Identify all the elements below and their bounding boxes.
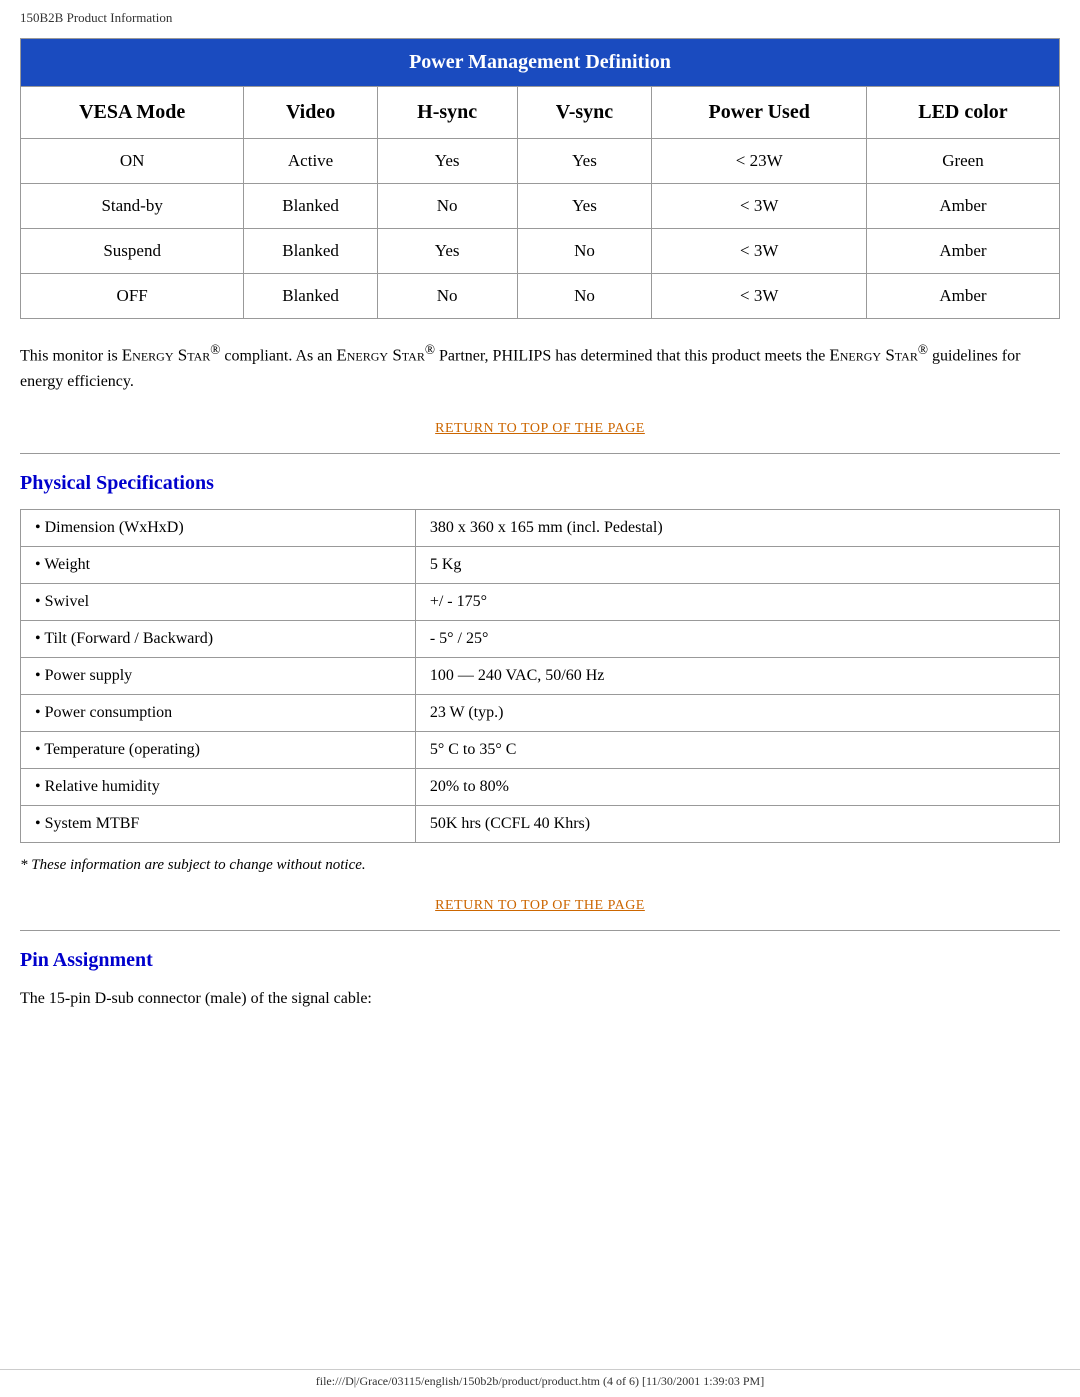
table-cell: Amber [866,274,1059,319]
specs-row: • Swivel+/ - 175° [21,583,1060,620]
table-cell: Blanked [244,274,378,319]
return-to-top-link-1[interactable]: RETURN TO TOP OF THE PAGE [435,421,645,436]
specs-row: • Weight5 Kg [21,546,1060,583]
spec-value: 20% to 80% [415,768,1059,805]
col-video: Video [244,87,378,139]
table-cell: Yes [517,139,652,184]
table-cell: No [377,184,517,229]
specs-row: • Relative humidity20% to 80% [21,768,1060,805]
col-power-used: Power Used [652,87,867,139]
table-cell: Blanked [244,184,378,229]
spec-value: - 5° / 25° [415,620,1059,657]
specs-row: • Tilt (Forward / Backward)- 5° / 25° [21,620,1060,657]
table-cell: No [517,229,652,274]
physical-specs-heading: Physical Specifications [20,472,1060,495]
pin-assignment-description: The 15-pin D-sub connector (male) of the… [20,986,1060,1012]
return-to-top-link-2[interactable]: RETURN TO TOP OF THE PAGE [435,898,645,913]
page-footer: file:///D|/Grace/03115/english/150b2b/pr… [0,1369,1080,1389]
table-cell: Amber [866,184,1059,229]
table-cell: ON [21,139,244,184]
table-cell: Blanked [244,229,378,274]
table-row: SuspendBlankedYesNo< 3WAmber [21,229,1060,274]
table-cell: Suspend [21,229,244,274]
table-cell: < 3W [652,229,867,274]
col-led-color: LED color [866,87,1059,139]
table-cell: Yes [377,229,517,274]
energy-star-label-1: Energy Star [122,345,210,364]
col-hsync: H-sync [377,87,517,139]
spec-value: 5 Kg [415,546,1059,583]
spec-label: • Dimension (WxHxD) [21,509,416,546]
return-link-container-2: RETURN TO TOP OF THE PAGE [20,896,1060,914]
spec-value: 50K hrs (CCFL 40 Khrs) [415,805,1059,842]
pin-assignment-heading: Pin Assignment [20,949,1060,972]
specs-row: • Power supply100 — 240 VAC, 50/60 Hz [21,657,1060,694]
table-cell: < 23W [652,139,867,184]
energy-star-text: This monitor is Energy Star® compliant. … [20,339,1060,395]
table-cell: Yes [517,184,652,229]
spec-label: • Power consumption [21,694,416,731]
spec-value: 5° C to 35° C [415,731,1059,768]
table-cell: Amber [866,229,1059,274]
table-cell: OFF [21,274,244,319]
spec-label: • Tilt (Forward / Backward) [21,620,416,657]
table-cell: Stand-by [21,184,244,229]
table-cell: Green [866,139,1059,184]
col-vsync: V-sync [517,87,652,139]
spec-label: • Weight [21,546,416,583]
table-row: Stand-byBlankedNoYes< 3WAmber [21,184,1060,229]
specs-row: • Power consumption23 W (typ.) [21,694,1060,731]
spec-value: 380 x 360 x 165 mm (incl. Pedestal) [415,509,1059,546]
table-cell: No [377,274,517,319]
spec-label: • Swivel [21,583,416,620]
table-cell: Active [244,139,378,184]
divider-1 [20,453,1060,454]
specs-row: • Temperature (operating)5° C to 35° C [21,731,1060,768]
spec-value: 100 — 240 VAC, 50/60 Hz [415,657,1059,694]
table-cell: No [517,274,652,319]
energy-star-label-2: Energy Star [336,345,424,364]
specs-footnote: * These information are subject to chang… [20,857,1060,874]
spec-label: • Relative humidity [21,768,416,805]
specs-row: • System MTBF50K hrs (CCFL 40 Khrs) [21,805,1060,842]
physical-specs-table: • Dimension (WxHxD)380 x 360 x 165 mm (i… [20,509,1060,843]
divider-2 [20,930,1060,931]
spec-value: 23 W (typ.) [415,694,1059,731]
table-row: ONActiveYesYes< 23WGreen [21,139,1060,184]
spec-label: • Temperature (operating) [21,731,416,768]
spec-label: • System MTBF [21,805,416,842]
table-row: OFFBlankedNoNo< 3WAmber [21,274,1060,319]
spec-label: • Power supply [21,657,416,694]
table-title: Power Management Definition [21,39,1060,87]
table-header-row: VESA Mode Video H-sync V-sync Power Used… [21,87,1060,139]
spec-value: +/ - 175° [415,583,1059,620]
col-vesa-mode: VESA Mode [21,87,244,139]
table-cell: < 3W [652,184,867,229]
table-cell: Yes [377,139,517,184]
table-cell: < 3W [652,274,867,319]
energy-star-label-3: Energy Star [829,345,917,364]
return-link-container-1: RETURN TO TOP OF THE PAGE [20,419,1060,437]
page-header: 150B2B Product Information [20,10,1060,26]
power-management-table: Power Management Definition VESA Mode Vi… [20,38,1060,319]
specs-row: • Dimension (WxHxD)380 x 360 x 165 mm (i… [21,509,1060,546]
